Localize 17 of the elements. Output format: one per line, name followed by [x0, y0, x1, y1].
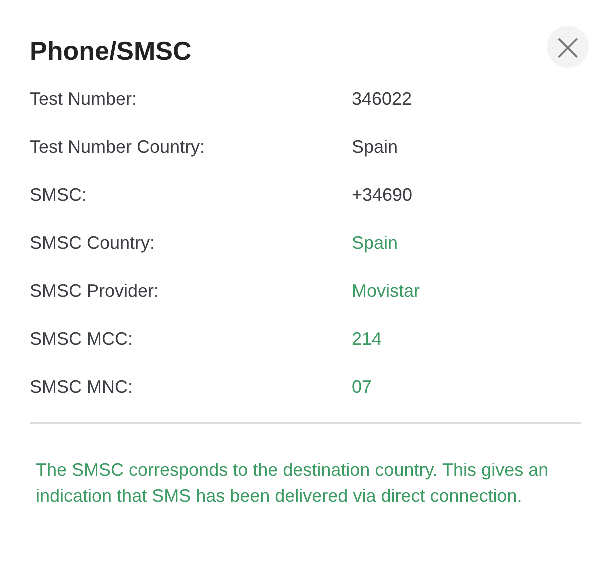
field-value: Spain [352, 136, 398, 159]
field-label: SMSC Country: [30, 232, 156, 255]
field-value: Movistar [352, 280, 420, 303]
field-value: 07 [352, 376, 372, 399]
field-value: 346022 [352, 88, 412, 111]
field-label: SMSC MCC: [30, 328, 134, 351]
dialog-title: Phone/SMSC [30, 36, 192, 67]
field-value: 214 [352, 328, 382, 351]
field-value: Spain [352, 232, 398, 255]
field-label: Test Number: [30, 88, 138, 111]
field-label: SMSC: [30, 184, 88, 207]
field-label: SMSC MNC: [30, 376, 134, 399]
status-message: The SMSC corresponds to the destination country. This gives an indication that SMS has been delivered via direct connection. [36, 459, 550, 508]
close-button[interactable]: × [547, 26, 589, 68]
field-value: +34690 [352, 184, 413, 207]
field-label: Test Number Country: [30, 136, 206, 159]
field-label: SMSC Provider: [30, 280, 160, 303]
